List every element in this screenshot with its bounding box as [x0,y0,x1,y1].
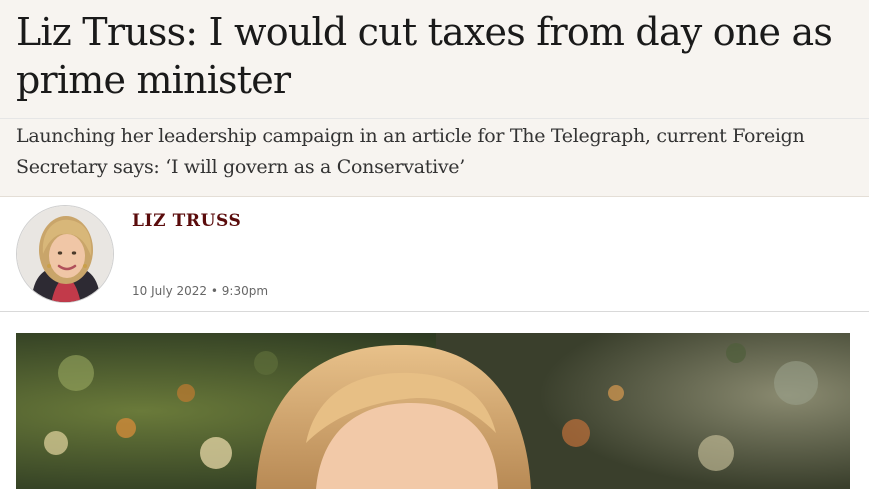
author-name-link[interactable]: LIZ TRUSS [132,211,241,231]
hero-image[interactable] [16,333,850,489]
publish-time: 9:30pm [221,284,269,298]
date-separator: • [210,284,218,298]
article-header: Liz Truss: I would cut taxes from day on… [0,0,869,197]
byline: LIZ TRUSS 10 July 2022 • 9:30pm [0,197,869,312]
publish-date: 10 July 2022 [132,284,208,298]
author-avatar[interactable] [16,205,114,303]
hero-photo [16,333,850,489]
byline-divider [0,118,869,119]
publish-datetime: 10 July 2022 • 9:30pm [132,284,268,298]
article-headline: Liz Truss: I would cut taxes from day on… [16,10,833,102]
article-standfirst: Launching her leadership campaign in an … [16,125,805,178]
author-photo [17,206,113,302]
